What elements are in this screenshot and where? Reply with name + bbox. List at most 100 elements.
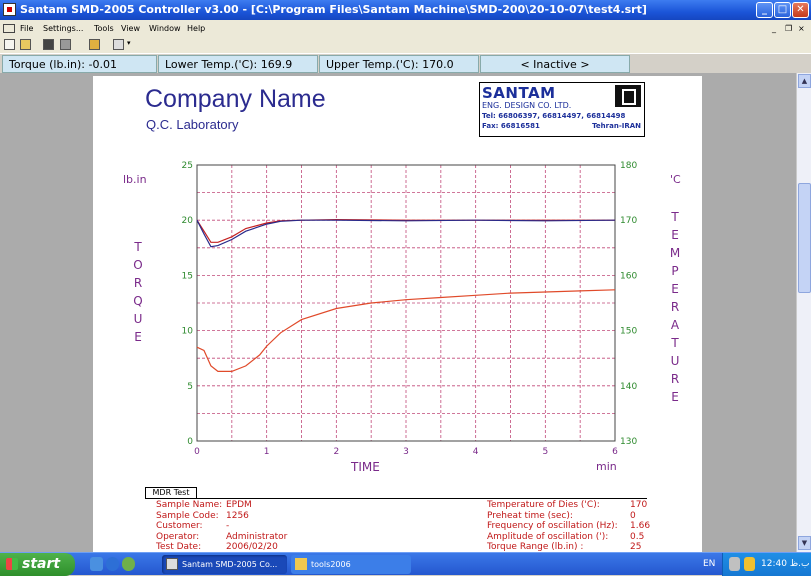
media-player-icon[interactable] — [122, 557, 135, 571]
left-axis-label: TORQUE — [131, 238, 145, 346]
santam-task-icon — [166, 558, 178, 570]
menu-view[interactable]: View — [121, 20, 140, 37]
left-axis-unit: lb.in — [123, 173, 147, 186]
info-value: EPDM — [226, 500, 252, 510]
section-divider — [145, 498, 647, 499]
scroll-up-icon[interactable]: ▲ — [798, 74, 811, 88]
close-button[interactable]: ✕ — [792, 2, 809, 18]
axis-letter: E — [134, 330, 142, 344]
task-folder[interactable]: tools2006 — [291, 555, 411, 574]
system-tray: 12:40 ب.ظ — [722, 553, 811, 576]
info-label: Frequency of oscillation (Hz): — [487, 521, 618, 532]
chart-icon[interactable] — [3, 24, 15, 33]
x-axis-unit: min — [596, 460, 617, 473]
menu-file[interactable]: File — [20, 20, 33, 37]
torque-reading: Torque (lb.in): -0.01 — [2, 55, 157, 73]
folder-icon — [295, 558, 307, 570]
clock: 12:40 ب.ظ — [761, 559, 810, 569]
maximize-button[interactable]: □ — [774, 2, 791, 18]
info-label: Temperature of Dies ('C): — [487, 500, 600, 510]
info-value: Administrator — [226, 531, 288, 542]
axis-letter: Q — [133, 294, 143, 308]
toolbar: ▾ — [0, 37, 811, 53]
desktop-icon[interactable] — [90, 557, 103, 571]
windows-flag-icon — [6, 558, 18, 570]
santam-logo: SANTAM ENG. DESIGN CO. LTD. Tel: 6680639… — [479, 82, 645, 137]
minimize-button[interactable]: _ — [756, 2, 773, 18]
axis-letter: R — [133, 276, 143, 290]
browser-icon[interactable] — [106, 557, 119, 571]
lower-temp-reading: Lower Temp.('C): 169.9 — [158, 55, 318, 73]
task-santam[interactable]: Santam SMD-2005 Co... — [162, 555, 287, 574]
logo-tel: Tel: 66806397, 66814497, 66814498 — [482, 112, 626, 120]
status-badge: < Inactive > — [480, 55, 630, 73]
logo-fax: Fax: 66816581 — [482, 122, 540, 130]
info-label: Preheat time (sec): — [487, 510, 573, 521]
info-label: Sample Name: — [156, 500, 223, 510]
network-icon[interactable] — [744, 557, 755, 571]
axis-letter: R — [670, 300, 680, 314]
readings-bar: Torque (lb.in): -0.01 Lower Temp.('C): 1… — [0, 53, 811, 73]
right-axis-unit: 'C — [670, 173, 681, 186]
info-label: Amplitude of oscillation ('): — [487, 531, 609, 542]
app-icon[interactable] — [3, 3, 16, 16]
axis-letter: U — [670, 354, 680, 368]
axis-letter: R — [670, 372, 680, 386]
window-title: Santam SMD-2005 Controller v3.00 - [C:\P… — [20, 3, 647, 16]
print-icon[interactable] — [60, 39, 71, 50]
info-value: 0 — [630, 510, 636, 521]
save-icon[interactable] — [43, 39, 54, 50]
info-label: Sample Code: — [156, 510, 219, 521]
open-folder-icon[interactable] — [20, 39, 31, 50]
menu-window[interactable]: Window — [149, 20, 181, 37]
volume-icon[interactable] — [729, 557, 740, 571]
taskbar: start Santam SMD-2005 Co... tools2006 EN… — [0, 552, 811, 576]
axis-letter: A — [670, 318, 680, 332]
mdi-close-button[interactable]: × — [798, 20, 805, 37]
axis-letter: E — [671, 390, 679, 404]
right-axis-label: TEMPERATURE — [668, 208, 682, 406]
axis-letter: T — [671, 336, 679, 350]
x-axis-label: TIME — [351, 460, 380, 474]
menu-tools[interactable]: Tools — [94, 20, 114, 37]
task-label: tools2006 — [311, 560, 351, 569]
info-value: - — [226, 521, 230, 532]
info-label: Operator: — [156, 531, 200, 542]
language-indicator[interactable]: EN — [703, 553, 715, 576]
logo-title: SANTAM — [482, 84, 556, 102]
report-page — [93, 76, 702, 552]
new-file-icon[interactable] — [4, 39, 15, 50]
axis-letter: E — [671, 228, 679, 242]
menu-settings[interactable]: Settings... — [43, 20, 83, 37]
axis-letter: M — [669, 246, 681, 260]
chevron-down-icon[interactable]: ▾ — [127, 39, 131, 47]
vertical-scrollbar[interactable]: ▲ ▼ — [796, 73, 811, 552]
info-label: Customer: — [156, 521, 203, 532]
santam-badge-icon — [615, 85, 641, 107]
axis-letter: T — [134, 240, 142, 254]
axis-letter: P — [671, 264, 679, 278]
settings-icon[interactable] — [113, 39, 124, 50]
company-name: Company Name — [145, 85, 326, 113]
export-icon[interactable] — [89, 39, 100, 50]
mdi-minimize-button[interactable]: _ — [772, 20, 776, 37]
upper-temp-reading: Upper Temp.('C): 170.0 — [319, 55, 479, 73]
info-value: 1256 — [226, 510, 249, 521]
title-bar: Santam SMD-2005 Controller v3.00 - [C:\P… — [0, 0, 811, 20]
axis-letter: E — [671, 282, 679, 296]
axis-letter: O — [133, 258, 143, 272]
lab-name: Q.C. Laboratory — [146, 117, 239, 132]
axis-letter: U — [133, 312, 143, 326]
logo-subtitle: ENG. DESIGN CO. LTD. — [482, 101, 572, 110]
menu-bar: File Settings... Tools View Window Help … — [0, 20, 811, 37]
axis-letter: T — [671, 210, 679, 224]
logo-city: Tehran-IRAN — [592, 122, 641, 130]
mdi-restore-button[interactable]: ❐ — [785, 20, 792, 37]
task-label: Santam SMD-2005 Co... — [182, 560, 278, 569]
menu-help[interactable]: Help — [187, 20, 205, 37]
scroll-thumb[interactable] — [798, 183, 811, 293]
start-button[interactable]: start — [0, 553, 75, 576]
info-value: 0.5 — [630, 531, 645, 542]
info-value: 1.66 — [630, 521, 651, 532]
scroll-down-icon[interactable]: ▼ — [798, 536, 811, 550]
